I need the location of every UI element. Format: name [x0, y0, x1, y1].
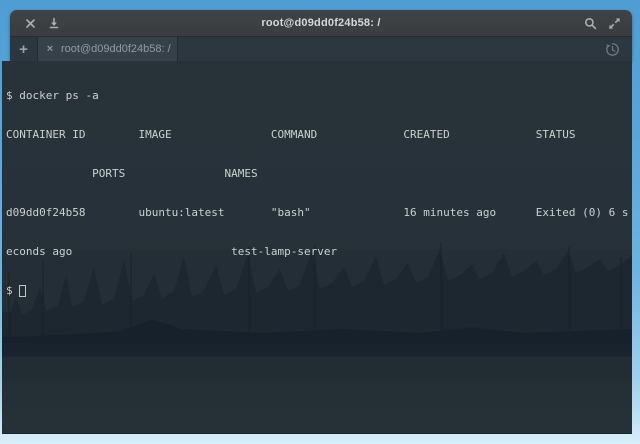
terminal-pane[interactable]: $ docker ps -a CONTAINER ID IMAGE COMMAN… — [2, 61, 632, 434]
restore-closed-tabs-button[interactable] — [600, 37, 624, 61]
fullscreen-icon — [608, 17, 621, 30]
tab-root-session[interactable]: × root@d09dd0f24b58: / — [37, 37, 178, 61]
fullscreen-button[interactable] — [602, 10, 626, 37]
terminal-prompt-line: $ — [6, 284, 632, 297]
desktop: { "window": { "title": "root@d09dd0f24b5… — [0, 0, 640, 444]
terminal-line: CONTAINER ID IMAGE COMMAND CREATED STATU… — [6, 128, 632, 141]
history-icon — [605, 42, 620, 57]
terminal-line: PORTS NAMES — [6, 167, 632, 180]
search-icon — [584, 17, 597, 30]
tab-bar: + × root@d09dd0f24b58: / — [10, 37, 632, 61]
download-icon — [48, 17, 60, 29]
terminal-line: d09dd0f24b58 ubuntu:latest "bash" 16 min… — [6, 206, 632, 219]
window-title: root@d09dd0f24b58: / — [10, 17, 632, 29]
terminal-window-header: root@d09dd0f24b58: / + × root@d0 — [10, 10, 632, 61]
shell-prompt: $ — [6, 284, 19, 297]
close-icon — [25, 18, 36, 29]
terminal-line: $ docker ps -a — [6, 89, 632, 102]
tab-label: root@d09dd0f24b58: / — [61, 43, 171, 55]
search-button[interactable] — [578, 10, 602, 37]
new-tab-button[interactable]: + — [10, 37, 37, 61]
titlebar[interactable]: root@d09dd0f24b58: / — [10, 10, 632, 37]
close-window-button[interactable] — [18, 10, 42, 37]
terminal-output: $ docker ps -a CONTAINER ID IMAGE COMMAN… — [2, 61, 632, 323]
tab-close-icon[interactable]: × — [44, 44, 56, 55]
terminal-cursor — [19, 285, 26, 297]
terminal-line: econds ago test-lamp-server — [6, 245, 632, 258]
download-button[interactable] — [42, 10, 66, 37]
